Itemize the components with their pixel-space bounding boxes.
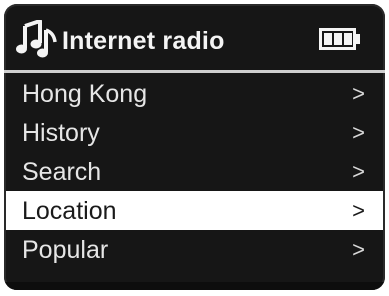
chevron-right-icon: > xyxy=(352,237,365,262)
chevron-right-icon: > xyxy=(352,120,365,145)
menu-item-label: Location xyxy=(22,197,117,225)
chevron-right-icon: > xyxy=(352,198,365,223)
menu-item-label: History xyxy=(22,119,100,147)
menu-item-label: Hong Kong xyxy=(22,80,148,108)
menu-item-label: Search xyxy=(22,158,102,186)
menu-item-label: Popular xyxy=(22,236,109,264)
header-bar: Internet radio xyxy=(4,4,385,72)
chevron-right-icon: > xyxy=(352,159,365,184)
screen-title: Internet radio xyxy=(62,27,225,55)
music-note-icon xyxy=(16,19,58,58)
radio-display: Internet radio Hong Kong > History > Sea… xyxy=(4,4,385,290)
battery-full-icon xyxy=(319,28,361,50)
menu-item-search[interactable]: Search > xyxy=(4,152,385,191)
menu-item-location[interactable]: Location > xyxy=(6,191,383,230)
menu-item-popular[interactable]: Popular > xyxy=(4,230,385,269)
menu-item-hong-kong[interactable]: Hong Kong > xyxy=(4,74,385,113)
bottom-edge xyxy=(4,282,385,290)
menu-item-history[interactable]: History > xyxy=(4,113,385,152)
header-divider xyxy=(4,70,385,73)
menu-list: Hong Kong > History > Search > Location … xyxy=(4,74,385,269)
chevron-right-icon: > xyxy=(352,81,365,106)
